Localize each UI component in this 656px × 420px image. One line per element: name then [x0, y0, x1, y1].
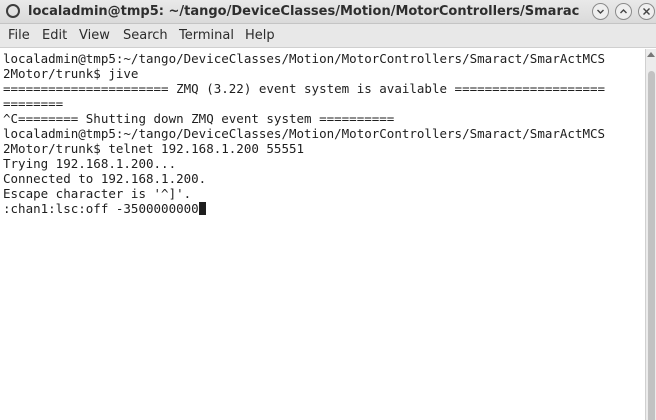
terminal-app-icon [6, 4, 20, 18]
terminal-lines: localadmin@tmp5:~/tango/DeviceClasses/Mo… [3, 51, 643, 216]
text-cursor [198, 202, 206, 215]
close-button[interactable] [638, 3, 655, 20]
menu-file[interactable]: File [8, 28, 30, 44]
menu-view[interactable]: View [79, 28, 110, 44]
scroll-up-arrow-icon[interactable] [647, 52, 655, 57]
maximize-button[interactable] [615, 3, 632, 20]
terminal-line: Escape character is '^]'. [3, 186, 192, 201]
menu-edit[interactable]: Edit [42, 28, 67, 44]
terminal-input-line[interactable]: :chan1:lsc:off -3500000000 [3, 201, 643, 216]
menu-help[interactable]: Help [245, 28, 275, 44]
title-bar[interactable]: localadmin@tmp5: ~/tango/DeviceClasses/M… [0, 0, 656, 24]
terminal-line: ======== [3, 96, 64, 111]
menu-terminal[interactable]: Terminal [179, 28, 234, 44]
terminal-line: ^C======== Shutting down ZMQ event syste… [3, 111, 395, 126]
close-icon [643, 8, 650, 15]
minimize-button[interactable] [592, 3, 609, 20]
terminal-line: localadmin@tmp5:~/tango/DeviceClasses/Mo… [3, 51, 606, 66]
terminal-line: Trying 192.168.1.200... [3, 156, 177, 171]
window-title: localadmin@tmp5: ~/tango/DeviceClasses/M… [28, 4, 580, 19]
terminal-window: localadmin@tmp5: ~/tango/DeviceClasses/M… [0, 0, 656, 420]
terminal-line: 2Motor/trunk$ jive [3, 66, 139, 81]
terminal-line: Connected to 192.168.1.200. [3, 171, 207, 186]
current-command: :chan1:lsc:off -3500000000 [3, 201, 199, 216]
menu-search[interactable]: Search [123, 28, 168, 44]
terminal-line: localadmin@tmp5:~/tango/DeviceClasses/Mo… [3, 126, 606, 141]
vertical-scrollbar[interactable] [645, 49, 656, 420]
menu-bar: File Edit View Search Terminal Help [0, 24, 656, 48]
maximize-icon [620, 9, 627, 14]
scrollbar-thumb[interactable] [648, 71, 655, 420]
terminal-line: 2Motor/trunk$ telnet 192.168.1.200 55551 [3, 141, 305, 156]
terminal-line: ====================== ZMQ (3.22) event … [3, 81, 606, 96]
terminal-output[interactable]: localadmin@tmp5:~/tango/DeviceClasses/Mo… [0, 49, 645, 420]
minimize-icon [597, 9, 604, 14]
